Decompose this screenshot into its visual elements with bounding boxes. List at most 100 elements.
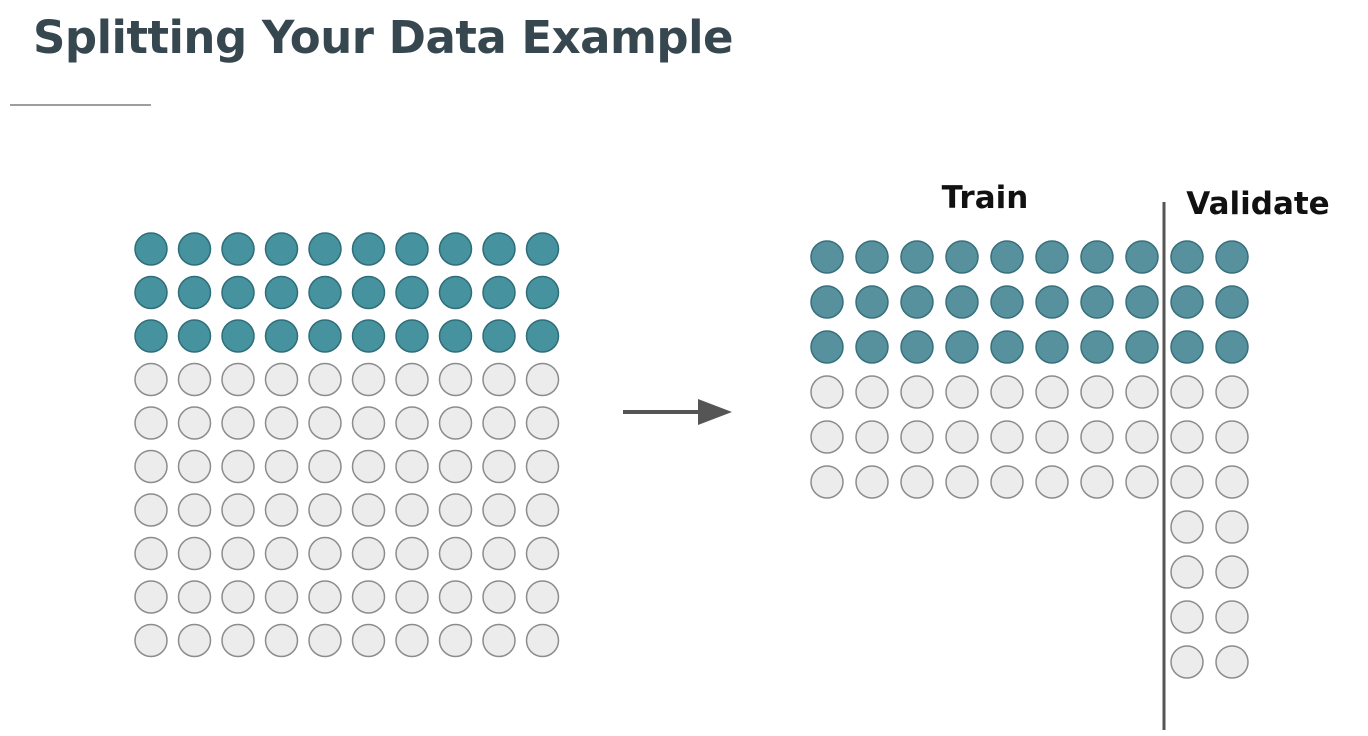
original-empty-dot (395, 536, 429, 571)
original-empty-dot (525, 493, 560, 527)
train-filled-dot (990, 240, 1024, 274)
original-filled-dot (395, 275, 429, 310)
original-empty-dot (264, 623, 299, 658)
train-filled-dot (945, 240, 979, 274)
original-empty-dot (438, 493, 473, 527)
original-empty-dot (308, 580, 342, 614)
train-filled-dot (1080, 240, 1114, 274)
original-empty-dot (177, 362, 212, 397)
original-filled-dot (525, 319, 560, 353)
original-empty-dot (525, 406, 560, 440)
train-empty-dot (1125, 375, 1159, 409)
validate-empty-dot (1215, 420, 1249, 454)
original-empty-dot (351, 493, 386, 527)
original-empty-dot (177, 406, 212, 440)
original-filled-dot (221, 319, 255, 353)
original-filled-dot (134, 275, 168, 310)
original-empty-dot (438, 449, 473, 484)
train-empty-dot (855, 375, 889, 409)
train-empty-dot (900, 465, 934, 499)
original-filled-dot (177, 232, 212, 266)
original-dataset-grid (134, 232, 560, 658)
original-empty-dot (177, 449, 212, 484)
original-empty-dot (395, 449, 429, 484)
train-filled-dot (1035, 240, 1069, 274)
original-empty-dot (134, 449, 168, 484)
original-empty-dot (482, 623, 516, 658)
validate-empty-dot (1170, 420, 1204, 454)
train-empty-dot (945, 465, 979, 499)
original-empty-dot (264, 536, 299, 571)
validate-label: Validate (1186, 186, 1329, 222)
train-empty-dot (1080, 465, 1114, 499)
original-empty-dot (308, 362, 342, 397)
original-empty-dot (351, 449, 386, 484)
original-empty-dot (351, 536, 386, 571)
original-empty-dot (177, 623, 212, 658)
original-empty-dot (264, 493, 299, 527)
original-filled-dot (177, 275, 212, 310)
train-empty-dot (900, 420, 934, 454)
validate-empty-dot (1215, 645, 1249, 679)
data-split-diagram: Train Validate (134, 180, 1330, 730)
original-empty-dot (482, 406, 516, 440)
train-filled-dot (1080, 330, 1114, 364)
train-empty-dot (1035, 420, 1069, 454)
original-filled-dot (264, 275, 299, 310)
original-empty-dot (438, 623, 473, 658)
train-filled-dot (1035, 285, 1069, 319)
original-filled-dot (351, 232, 386, 266)
validate-filled-dot (1170, 330, 1204, 364)
train-empty-dot (1080, 375, 1114, 409)
original-empty-dot (482, 362, 516, 397)
validate-filled-dot (1170, 285, 1204, 319)
validate-filled-dot (1215, 330, 1249, 364)
original-filled-dot (395, 319, 429, 353)
original-filled-dot (308, 319, 342, 353)
original-filled-dot (482, 232, 516, 266)
train-empty-dot (810, 420, 844, 454)
original-empty-dot (221, 536, 255, 571)
train-filled-dot (1125, 285, 1159, 319)
validate-empty-dot (1170, 645, 1204, 679)
original-empty-dot (482, 580, 516, 614)
original-empty-dot (308, 449, 342, 484)
original-filled-dot (438, 319, 473, 353)
validate-empty-dot (1215, 375, 1249, 409)
original-empty-dot (134, 580, 168, 614)
train-filled-dot (900, 240, 934, 274)
original-empty-dot (351, 623, 386, 658)
validate-empty-dot (1170, 555, 1204, 589)
validate-empty-dot (1170, 600, 1204, 634)
original-filled-dot (525, 232, 560, 266)
original-empty-dot (264, 580, 299, 614)
train-empty-dot (1035, 465, 1069, 499)
train-filled-dot (945, 330, 979, 364)
train-filled-dot (855, 240, 889, 274)
original-empty-dot (308, 406, 342, 440)
train-label: Train (942, 180, 1029, 216)
original-empty-dot (525, 449, 560, 484)
train-filled-dot (810, 285, 844, 319)
original-filled-dot (482, 275, 516, 310)
train-empty-dot (1125, 465, 1159, 499)
original-empty-dot (525, 623, 560, 658)
original-empty-dot (525, 362, 560, 397)
arrow-head (698, 399, 732, 425)
original-filled-dot (264, 232, 299, 266)
train-empty-dot (990, 375, 1024, 409)
original-filled-dot (221, 232, 255, 266)
validate-empty-dot (1170, 375, 1204, 409)
original-empty-dot (395, 623, 429, 658)
original-empty-dot (308, 623, 342, 658)
validate-set-grid (1170, 240, 1249, 679)
original-filled-dot (438, 275, 473, 310)
original-filled-dot (308, 232, 342, 266)
train-filled-dot (990, 330, 1024, 364)
original-empty-dot (221, 493, 255, 527)
train-filled-dot (855, 285, 889, 319)
train-empty-dot (900, 375, 934, 409)
original-filled-dot (308, 275, 342, 310)
original-empty-dot (134, 623, 168, 658)
original-filled-dot (177, 319, 212, 353)
